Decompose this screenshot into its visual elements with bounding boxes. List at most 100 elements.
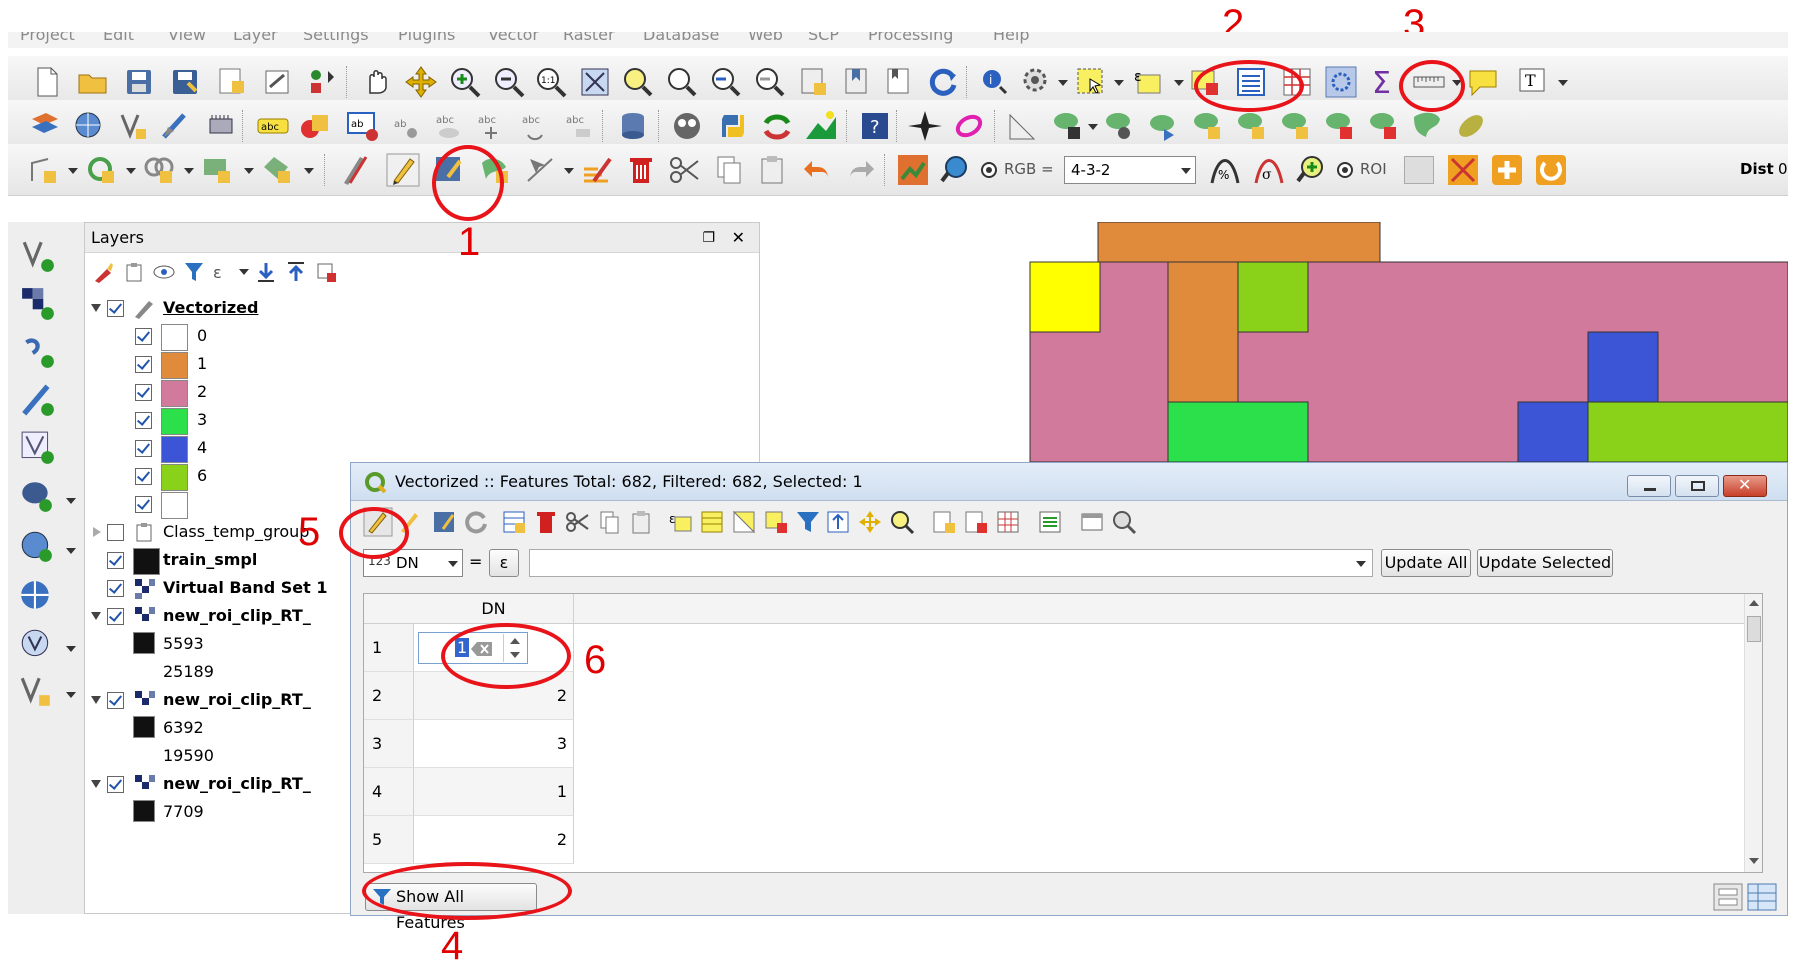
highlight-labels-icon[interactable]: ab [346,109,380,143]
menu-raster[interactable]: Raster [563,32,615,44]
class-checkbox[interactable] [135,328,152,345]
layer-visibility-checkbox[interactable] [107,776,124,793]
legend-class-row[interactable]: 4 [85,433,755,463]
layer-visibility-checkbox[interactable] [107,608,124,625]
deselect-all-icon[interactable] [763,509,789,535]
field-calculator-icon[interactable] [1324,65,1358,99]
filter-legend-icon[interactable] [183,261,205,283]
add-vector-layer-icon[interactable] [116,109,150,143]
add-part-icon[interactable] [142,153,176,187]
actions-icon[interactable] [1020,65,1054,99]
add-spatialite-icon[interactable] [204,109,238,143]
layer-labeling-icon[interactable] [298,109,332,143]
zoom-last-icon[interactable] [708,65,742,99]
add-group-icon[interactable] [123,261,145,283]
pan-hand-icon[interactable] [360,65,394,99]
map-canvas[interactable] [768,222,1788,462]
menu-plugins[interactable]: Plugins [398,32,455,44]
pan-to-selection-icon[interactable] [404,65,438,99]
zoom-to-selection-icon[interactable] [620,65,654,99]
form-view-icon[interactable] [1713,883,1743,911]
layer-visibility-checkbox[interactable] [107,580,124,597]
menu-layer[interactable]: Layer [233,32,278,44]
menu-scp[interactable]: SCP [808,32,839,44]
python-console-icon[interactable] [716,109,750,143]
standard-deviation-stretch-icon[interactable]: σ [1252,153,1286,187]
node-tool-icon[interactable] [524,153,558,187]
menu-database[interactable]: Database [643,32,719,44]
group-checkbox[interactable] [107,524,124,541]
database-icon[interactable] [616,109,650,143]
legend-class-row[interactable]: 2 [85,377,755,407]
roi-group-6-icon[interactable] [1278,109,1312,143]
legend-class-row[interactable]: 1 [85,349,755,379]
new-raster-layer-icon[interactable] [20,286,56,322]
row-header[interactable]: 5 [364,816,414,864]
add-feature-icon[interactable] [501,509,527,535]
new-bookmark-icon[interactable] [796,65,830,99]
cut-icon[interactable] [565,509,591,535]
paste-features-icon[interactable] [756,153,790,187]
save-edits-icon[interactable] [431,509,457,535]
select-all-icon[interactable] [699,509,725,535]
save-project-icon[interactable] [122,65,156,99]
dock-table-icon[interactable] [1079,509,1105,535]
row-header[interactable]: 3 [364,720,414,768]
toggle-editing-icon[interactable] [386,153,420,187]
rgb-combo[interactable]: 4-3-2 [1064,156,1196,184]
roi-group-3-icon[interactable] [1146,109,1180,143]
copy-features-icon[interactable] [712,153,746,187]
class-checkbox[interactable] [135,356,152,373]
map-tips-icon[interactable] [882,65,916,99]
current-edits-icon[interactable] [338,153,372,187]
zoom-to-selected-icon[interactable] [889,509,915,535]
table-cell[interactable]: 2 [414,816,574,864]
conditional-formatting-icon[interactable] [1037,509,1063,535]
refresh-icon[interactable] [926,65,960,99]
copy-icon[interactable] [597,509,623,535]
layer-visibility-checkbox[interactable] [107,552,124,569]
modify-attributes-icon[interactable] [580,153,614,187]
vertical-scrollbar[interactable] [1744,594,1762,872]
terrain-icon[interactable] [804,109,838,143]
class-checkbox[interactable] [135,440,152,457]
menu-web[interactable]: Web [748,32,783,44]
update-all-button[interactable]: Update All [1381,549,1471,577]
close-window-button[interactable]: ✕ [1723,475,1767,497]
menu-help[interactable]: Help [993,32,1029,44]
add-postgis-layer-icon[interactable] [18,478,54,514]
collapse-all-icon[interactable] [285,261,307,283]
filter-icon[interactable] [795,509,821,535]
zoom-to-roi-icon[interactable] [1296,153,1330,187]
add-delimited-text-icon[interactable] [158,109,192,143]
roi-group-2-icon[interactable] [1102,109,1136,143]
roi-toggle-icon[interactable] [1328,153,1362,187]
ellipse-icon[interactable] [952,109,986,143]
rotate-label-icon[interactable]: abc [518,109,552,143]
reload-table-icon[interactable] [463,509,489,535]
close-panel-icon[interactable]: ✕ [732,223,745,253]
roi-group-8-icon[interactable] [1366,109,1400,143]
class-checkbox[interactable] [135,384,152,401]
capture-line-icon[interactable] [26,153,60,187]
undo-icon[interactable] [800,153,834,187]
new-field-icon[interactable] [931,509,957,535]
delete-field-icon[interactable] [963,509,989,535]
expand-all-icon[interactable] [255,261,277,283]
expression-button[interactable]: ε [489,549,519,577]
expression-input[interactable] [529,549,1373,577]
add-roi-icon[interactable] [1490,153,1524,187]
zoom-out-icon[interactable] [492,65,526,99]
zoom-next-icon[interactable] [752,65,786,99]
sum-icon[interactable]: Σ [1366,65,1400,99]
row-header[interactable]: 1 [364,624,414,672]
save-as-icon[interactable] [168,65,202,99]
update-selected-button[interactable]: Update Selected [1477,549,1613,577]
float-panel-icon[interactable]: ❐ [702,223,715,253]
layer-row-vectorized[interactable]: Vectorized [85,293,755,323]
column-header-dn[interactable]: DN [414,594,574,624]
new-delimited-layer-icon[interactable] [20,382,56,418]
add-ring-icon[interactable] [84,153,118,187]
refresh-plugin-icon[interactable] [760,109,794,143]
legend-class-row[interactable]: 0 [85,321,755,351]
